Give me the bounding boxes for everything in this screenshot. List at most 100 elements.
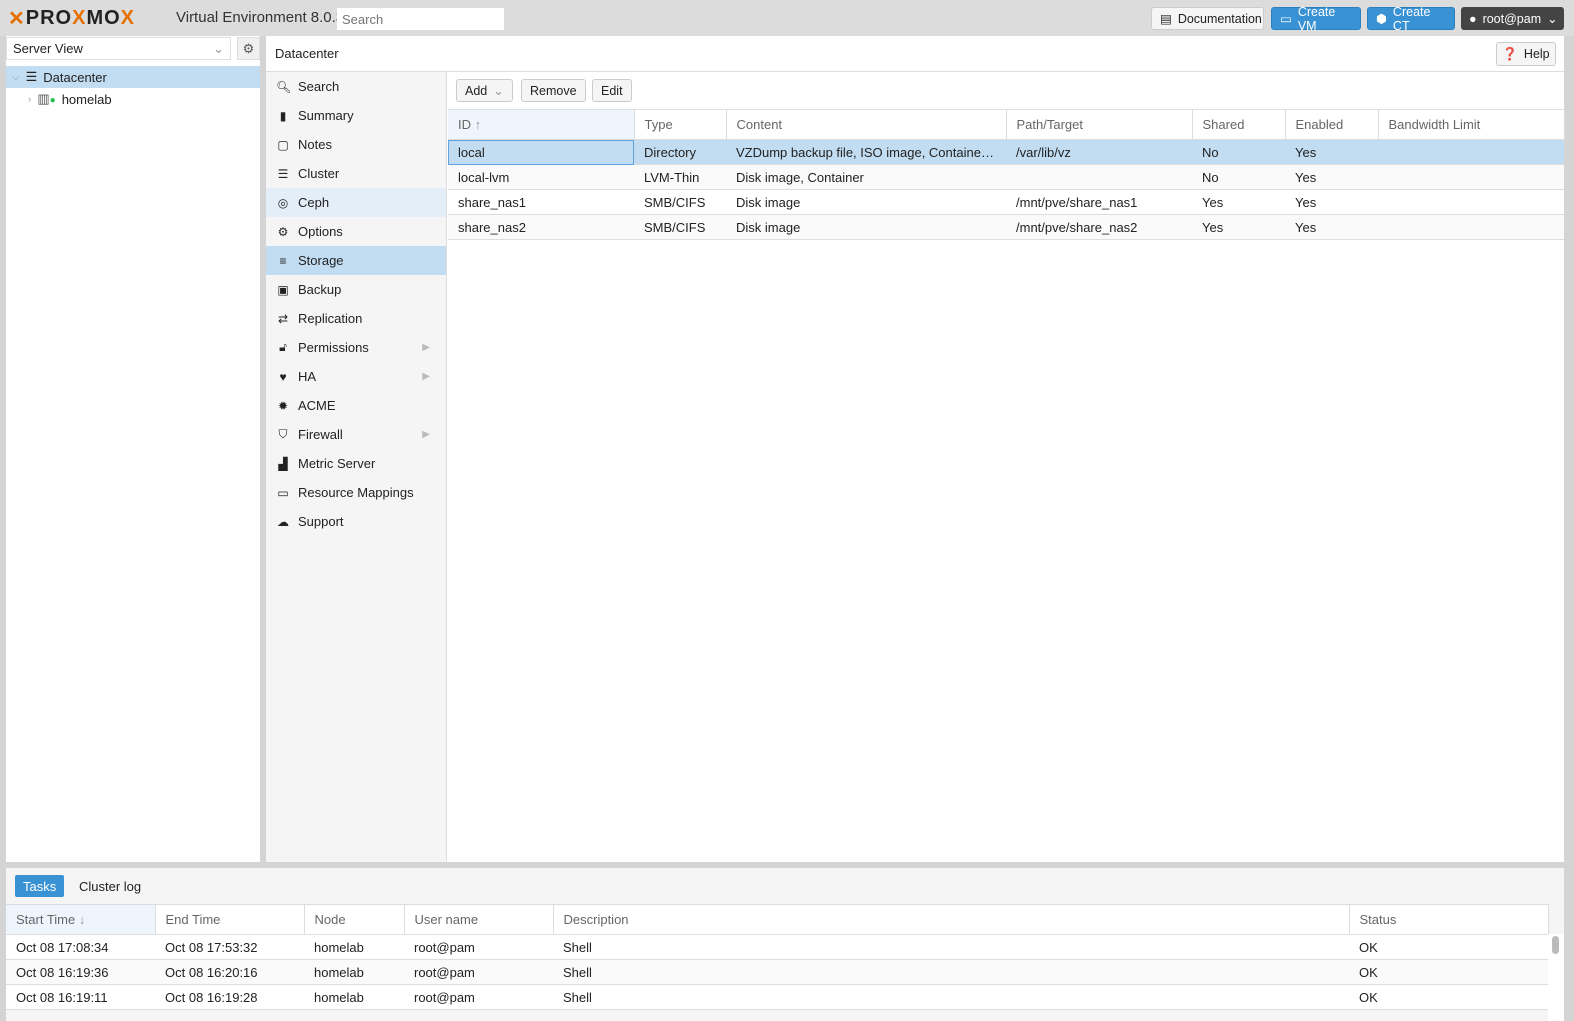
table-cell: local <box>448 139 634 165</box>
table-cell: share_nas2 <box>448 214 634 240</box>
menu-item-acme[interactable]: ✹ ACME <box>266 391 446 420</box>
view-selector[interactable]: Server View ⌄ <box>6 37 231 60</box>
column-header[interactable]: Type <box>634 109 727 140</box>
storage-grid: ID ↑ Type Content Path/Target Shared Enabled B… <box>448 109 1565 240</box>
table-cell: OK <box>1349 934 1548 960</box>
book-icon: ▤ <box>1160 12 1172 26</box>
node-online-icon: ▥● <box>37 91 56 106</box>
sort-asc-icon: ↑ <box>474 117 482 132</box>
column-header[interactable]: User name <box>404 904 554 935</box>
table-cell: LVM-Thin <box>634 164 726 190</box>
table-cell: Yes <box>1192 214 1285 240</box>
table-cell: No <box>1192 139 1285 165</box>
create-vm-button[interactable]: ▭ Create VM <box>1271 5 1361 33</box>
scrollbar[interactable] <box>1548 934 1564 1021</box>
table-row[interactable]: share_nas1 SMB/CIFS Disk image/mnt/pve/sha… <box>448 189 1564 215</box>
documentation-button[interactable]: ▤ Documentation <box>1151 7 1264 30</box>
table-cell: /mnt/pve/share_nas2 <box>1006 214 1192 240</box>
table-row[interactable]: local-lvm LVM-Thin Disk image, Container No… <box>448 164 1564 190</box>
tab-cluster-log[interactable]: Cluster log <box>71 875 149 897</box>
user-menu-button[interactable]: ● root@pam ⌄ <box>1461 7 1564 30</box>
table-cell: Oct 08 16:19:28 <box>155 984 304 1010</box>
column-header[interactable]: Status <box>1349 904 1549 935</box>
table-cell <box>1378 139 1564 165</box>
menu-item-replication[interactable]: ⇄ Replication <box>266 304 446 333</box>
tree-item-datacenter[interactable]: ⌵ ☰ Datacenter <box>6 66 260 88</box>
column-header[interactable]: Shared <box>1192 109 1286 140</box>
menu-item-options[interactable]: ⚙ Options <box>266 217 446 246</box>
menu-item-firewall[interactable]: ⛉ Firewall ▶ <box>266 420 446 449</box>
table-cell: Disk image, Container <box>726 164 1006 190</box>
table-row[interactable]: share_nas2 SMB/CIFS Disk image/mnt/pve/sha… <box>448 214 1564 240</box>
retweet-icon: ⇄ <box>277 311 289 326</box>
menu-item-permissions[interactable]: 🔓︎ Permissions ▶ <box>266 333 446 362</box>
table-cell <box>1378 164 1564 190</box>
table-cell <box>1378 189 1564 215</box>
gear-icon: ⚙ <box>277 224 289 239</box>
table-cell: homelab <box>304 984 404 1010</box>
menu-item-search[interactable]: 🔍︎ Search <box>266 72 446 101</box>
table-row[interactable]: Oct 08 16:19:36 Oct 08 16:20:16 homelab roo… <box>6 959 1548 985</box>
table-cell: /var/lib/vz <box>1006 139 1192 165</box>
menu-item-ha[interactable]: ♥ HA ▶ <box>266 362 446 391</box>
add-button[interactable]: Add ⌄ <box>456 79 513 102</box>
table-row[interactable]: local Directory VZDump backup file, ISO im… <box>448 139 1564 165</box>
edit-button[interactable]: Edit <box>592 79 632 102</box>
column-header[interactable]: End Time <box>155 904 305 935</box>
tree-item-homelab[interactable]: › ▥● homelab <box>6 88 260 110</box>
menu-item-cluster[interactable]: ☰ Cluster <box>266 159 446 188</box>
column-header[interactable]: Bandwidth Limit <box>1378 109 1565 140</box>
tab-tasks[interactable]: Tasks <box>15 875 65 897</box>
table-cell: No <box>1192 164 1285 190</box>
menu-item-notes[interactable]: ▢ Notes <box>266 130 446 159</box>
question-icon: ❓ <box>1502 46 1518 61</box>
table-row[interactable]: Oct 08 17:08:34 Oct 08 17:53:32 homelab roo… <box>6 934 1548 960</box>
create-ct-button[interactable]: ⬢ Create CT <box>1367 5 1455 33</box>
column-header[interactable]: Node <box>304 904 405 935</box>
remove-button[interactable]: Remove <box>521 79 586 102</box>
table-cell: VZDump backup file, ISO image, Container… <box>726 139 1006 165</box>
column-header[interactable]: Start Time ↓ <box>6 904 156 935</box>
ceph-icon: ◎ <box>277 195 289 210</box>
sort-desc-icon: ↓ <box>78 912 86 927</box>
table-cell: Oct 08 16:20:16 <box>155 959 304 985</box>
table-cell: Shell <box>553 984 1349 1010</box>
help-button[interactable]: ❓ Help <box>1496 42 1556 66</box>
search-input[interactable] <box>337 8 504 30</box>
table-cell <box>1006 164 1192 190</box>
menu-item-storage[interactable]: ≡ Storage <box>266 246 446 275</box>
menu-item-backup[interactable]: ▣ Backup <box>266 275 446 304</box>
menu-item-metric-server[interactable]: ▟ Metric Server <box>266 449 446 478</box>
version-label: Virtual Environment 8.0.3 <box>176 9 345 26</box>
table-cell: Yes <box>1285 164 1378 190</box>
comments-icon: ☁ <box>277 514 289 529</box>
table-cell: Disk image <box>726 189 1006 215</box>
table-cell: Oct 08 16:19:11 <box>6 984 155 1010</box>
table-cell: SMB/CIFS <box>634 214 726 240</box>
table-row[interactable]: Oct 08 16:19:11 Oct 08 16:19:28 homelab roo… <box>6 984 1548 1010</box>
column-header[interactable]: Path/Target <box>1006 109 1193 140</box>
tree-settings-button[interactable]: ⚙ <box>237 37 260 60</box>
sticky-note-icon: ▢ <box>277 137 289 152</box>
search-icon: 🔍︎ <box>276 79 292 94</box>
heartbeat-icon: ♥ <box>279 369 287 384</box>
table-cell: /mnt/pve/share_nas1 <box>1006 189 1192 215</box>
chevron-down-icon: ⌄ <box>1547 12 1558 26</box>
column-header[interactable]: Content <box>726 109 1007 140</box>
unlock-icon: 🔓︎ <box>279 340 287 354</box>
menu-item-support[interactable]: ☁ Support <box>266 507 446 536</box>
table-cell: Yes <box>1285 139 1378 165</box>
proxmox-logo: ✕ PRO X MO X <box>8 6 136 30</box>
menu-item-resource-mappings[interactable]: ▭ Resource Mappings <box>266 478 446 507</box>
floppy-icon: ▣ <box>277 282 289 297</box>
column-header[interactable]: ID ↑ <box>448 109 635 140</box>
server-icon: ☰ <box>277 166 289 181</box>
table-cell: Oct 08 16:19:36 <box>6 959 155 985</box>
column-header[interactable]: Description <box>553 904 1350 935</box>
table-cell: Directory <box>634 139 726 165</box>
menu-item-ceph[interactable]: ◎ Ceph <box>266 188 446 217</box>
column-header[interactable]: Enabled <box>1285 109 1379 140</box>
database-icon: ≡ <box>279 253 287 268</box>
gear-icon: ⚙ <box>242 40 255 56</box>
menu-item-summary[interactable]: ▮ Summary <box>266 101 446 130</box>
